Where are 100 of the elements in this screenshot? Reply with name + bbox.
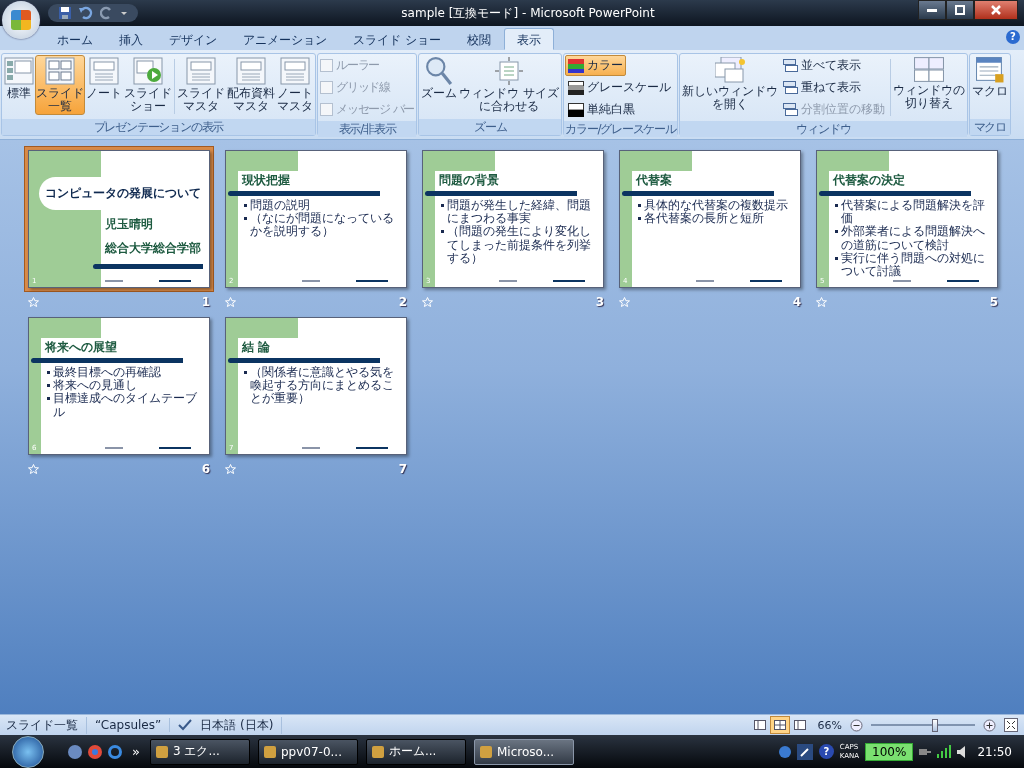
color-mode-button[interactable]: カラー — [565, 55, 627, 76]
bullet-icon — [244, 217, 247, 221]
caret-icon[interactable] — [120, 9, 128, 17]
spellcheck-icon[interactable] — [178, 719, 193, 731]
slide-title: 現状把握 — [242, 172, 290, 189]
slide-index: 3 — [595, 295, 604, 309]
star-icon — [225, 297, 236, 307]
close-icon — [991, 5, 1001, 15]
windows-icon — [782, 103, 798, 116]
language-status[interactable]: 日本語 (日本) — [200, 716, 283, 734]
ribbon-tab[interactable]: ホーム — [44, 28, 106, 50]
footer-line — [356, 280, 388, 282]
ribbon-tab[interactable]: スライド ショー — [340, 28, 454, 50]
view-toggle[interactable] — [769, 716, 790, 734]
zoom-slider-thumb[interactable] — [932, 718, 939, 732]
slide-title: 問題の背景 — [439, 172, 499, 189]
office-button[interactable] — [2, 1, 40, 39]
footer-line — [750, 280, 782, 282]
zoom-in-icon[interactable] — [983, 718, 996, 732]
slide-title: 代替案 — [636, 172, 672, 189]
slide-bullet: 問題が発生した経緯、問題にまつわる事実 — [447, 199, 592, 226]
zoom-percent[interactable]: 66% — [817, 718, 842, 732]
restore-button[interactable] — [946, 0, 974, 20]
windows-icon — [714, 57, 745, 83]
switch-window-button[interactable]: ウィンドウの 切り替え — [891, 55, 966, 113]
new-window-button[interactable]: 新しいウィンドウ を開く — [680, 55, 779, 114]
slide-corner-band — [238, 318, 298, 338]
slide-corner-band — [435, 151, 495, 171]
slide-layout-icon — [4, 57, 34, 85]
color-swatch-icon — [568, 102, 585, 117]
slide-bullet: 問題の説明 — [250, 199, 310, 212]
fit-window-icon[interactable] — [1004, 718, 1018, 732]
windows-icon — [782, 59, 798, 72]
zoom-button[interactable]: ズーム — [420, 55, 459, 103]
zoom-out-icon[interactable] — [850, 718, 863, 732]
macro-button[interactable]: マクロ — [970, 55, 1009, 101]
view-button[interactable]: スライド ショー — [123, 55, 173, 116]
taskbar-button[interactable]: Microso... — [473, 738, 574, 765]
layout-icon — [753, 720, 766, 730]
group-label: カラー/グレースケール — [564, 121, 677, 137]
footer-line — [159, 280, 191, 282]
color-mode-button[interactable]: グレースケール — [565, 77, 675, 98]
app-icon — [263, 745, 276, 758]
color-swatch-icon — [568, 80, 585, 95]
star-icon — [816, 297, 827, 307]
taskbar-button[interactable]: ppv07-0... — [257, 738, 358, 765]
star-icon — [422, 297, 433, 307]
slide-title: 代替案の決定 — [833, 172, 905, 189]
zoom-button[interactable]: ウィンドウ サイズ に合わせる — [458, 55, 561, 116]
bullet-icon — [47, 397, 50, 401]
star-icon — [28, 464, 39, 474]
help-icon[interactable]: ? — [1006, 30, 1020, 44]
view-button[interactable]: スライド マスタ — [176, 55, 226, 116]
ribbon-tab[interactable]: デザイン — [156, 28, 230, 50]
speaker-icon — [957, 745, 966, 758]
save-icon[interactable] — [58, 6, 72, 20]
taskbar-button[interactable]: ホーム... — [365, 738, 466, 765]
minimize-button[interactable] — [918, 0, 946, 20]
window-title: sample [互換モード] - Microsoft PowerPoint — [400, 4, 656, 22]
restore-icon — [955, 5, 965, 15]
undo-icon[interactable] — [78, 6, 94, 20]
more-chevron[interactable]: » — [132, 744, 140, 759]
fit-window-icon — [495, 57, 524, 85]
slide-layout-icon — [236, 57, 266, 85]
taskbar-button[interactable]: 3 エク... — [149, 738, 250, 765]
close-button[interactable] — [974, 0, 1018, 20]
window-arrange-button[interactable]: 重ねて表示 — [779, 77, 888, 98]
window-arrange-button[interactable]: 並べて表示 — [779, 55, 888, 76]
footer-line — [159, 447, 191, 449]
slide-corner-band — [829, 151, 889, 171]
ribbon-tab[interactable]: 挿入 — [106, 28, 156, 50]
ribbon-tab[interactable]: アニメーション — [230, 28, 340, 50]
view-button[interactable]: 配布資料 マスタ — [226, 55, 276, 116]
windows-icon — [913, 57, 944, 82]
slide-layout-icon — [45, 57, 75, 85]
slide-layout-icon — [280, 57, 310, 85]
help-icon[interactable]: ? — [818, 744, 834, 759]
app-icon[interactable] — [778, 745, 791, 758]
color-mode-button[interactable]: 単純白黒 — [565, 99, 639, 120]
slide-bullet: （問題の発生により変化してしまった前提条件を列挙する） — [447, 225, 592, 265]
redo-icon[interactable] — [100, 6, 114, 20]
star-icon — [225, 464, 236, 474]
clock: 21:50 — [977, 744, 1012, 759]
view-button[interactable]: ノート — [85, 55, 123, 103]
battery-indicator: 100% — [865, 742, 914, 761]
view-button[interactable]: 標準 — [3, 55, 35, 103]
group-label: マクロ — [969, 119, 1010, 135]
footer-line — [696, 280, 714, 282]
view-button[interactable]: ノート マスタ — [276, 55, 314, 116]
slide-index: 1 — [201, 295, 210, 309]
star-icon — [619, 297, 630, 307]
ribbon-tab[interactable]: 校閲 — [453, 28, 504, 50]
footer-line — [553, 280, 585, 282]
slide-subtitle: 児玉晴明 — [105, 216, 153, 233]
macro-sheet-icon — [975, 57, 1004, 83]
ribbon-tab[interactable]: 表示 — [503, 28, 554, 50]
footer-line — [356, 447, 388, 449]
slide-layout-icon — [186, 57, 216, 85]
view-button[interactable]: スライド 一覧 — [35, 55, 85, 116]
footer-line — [302, 447, 320, 449]
